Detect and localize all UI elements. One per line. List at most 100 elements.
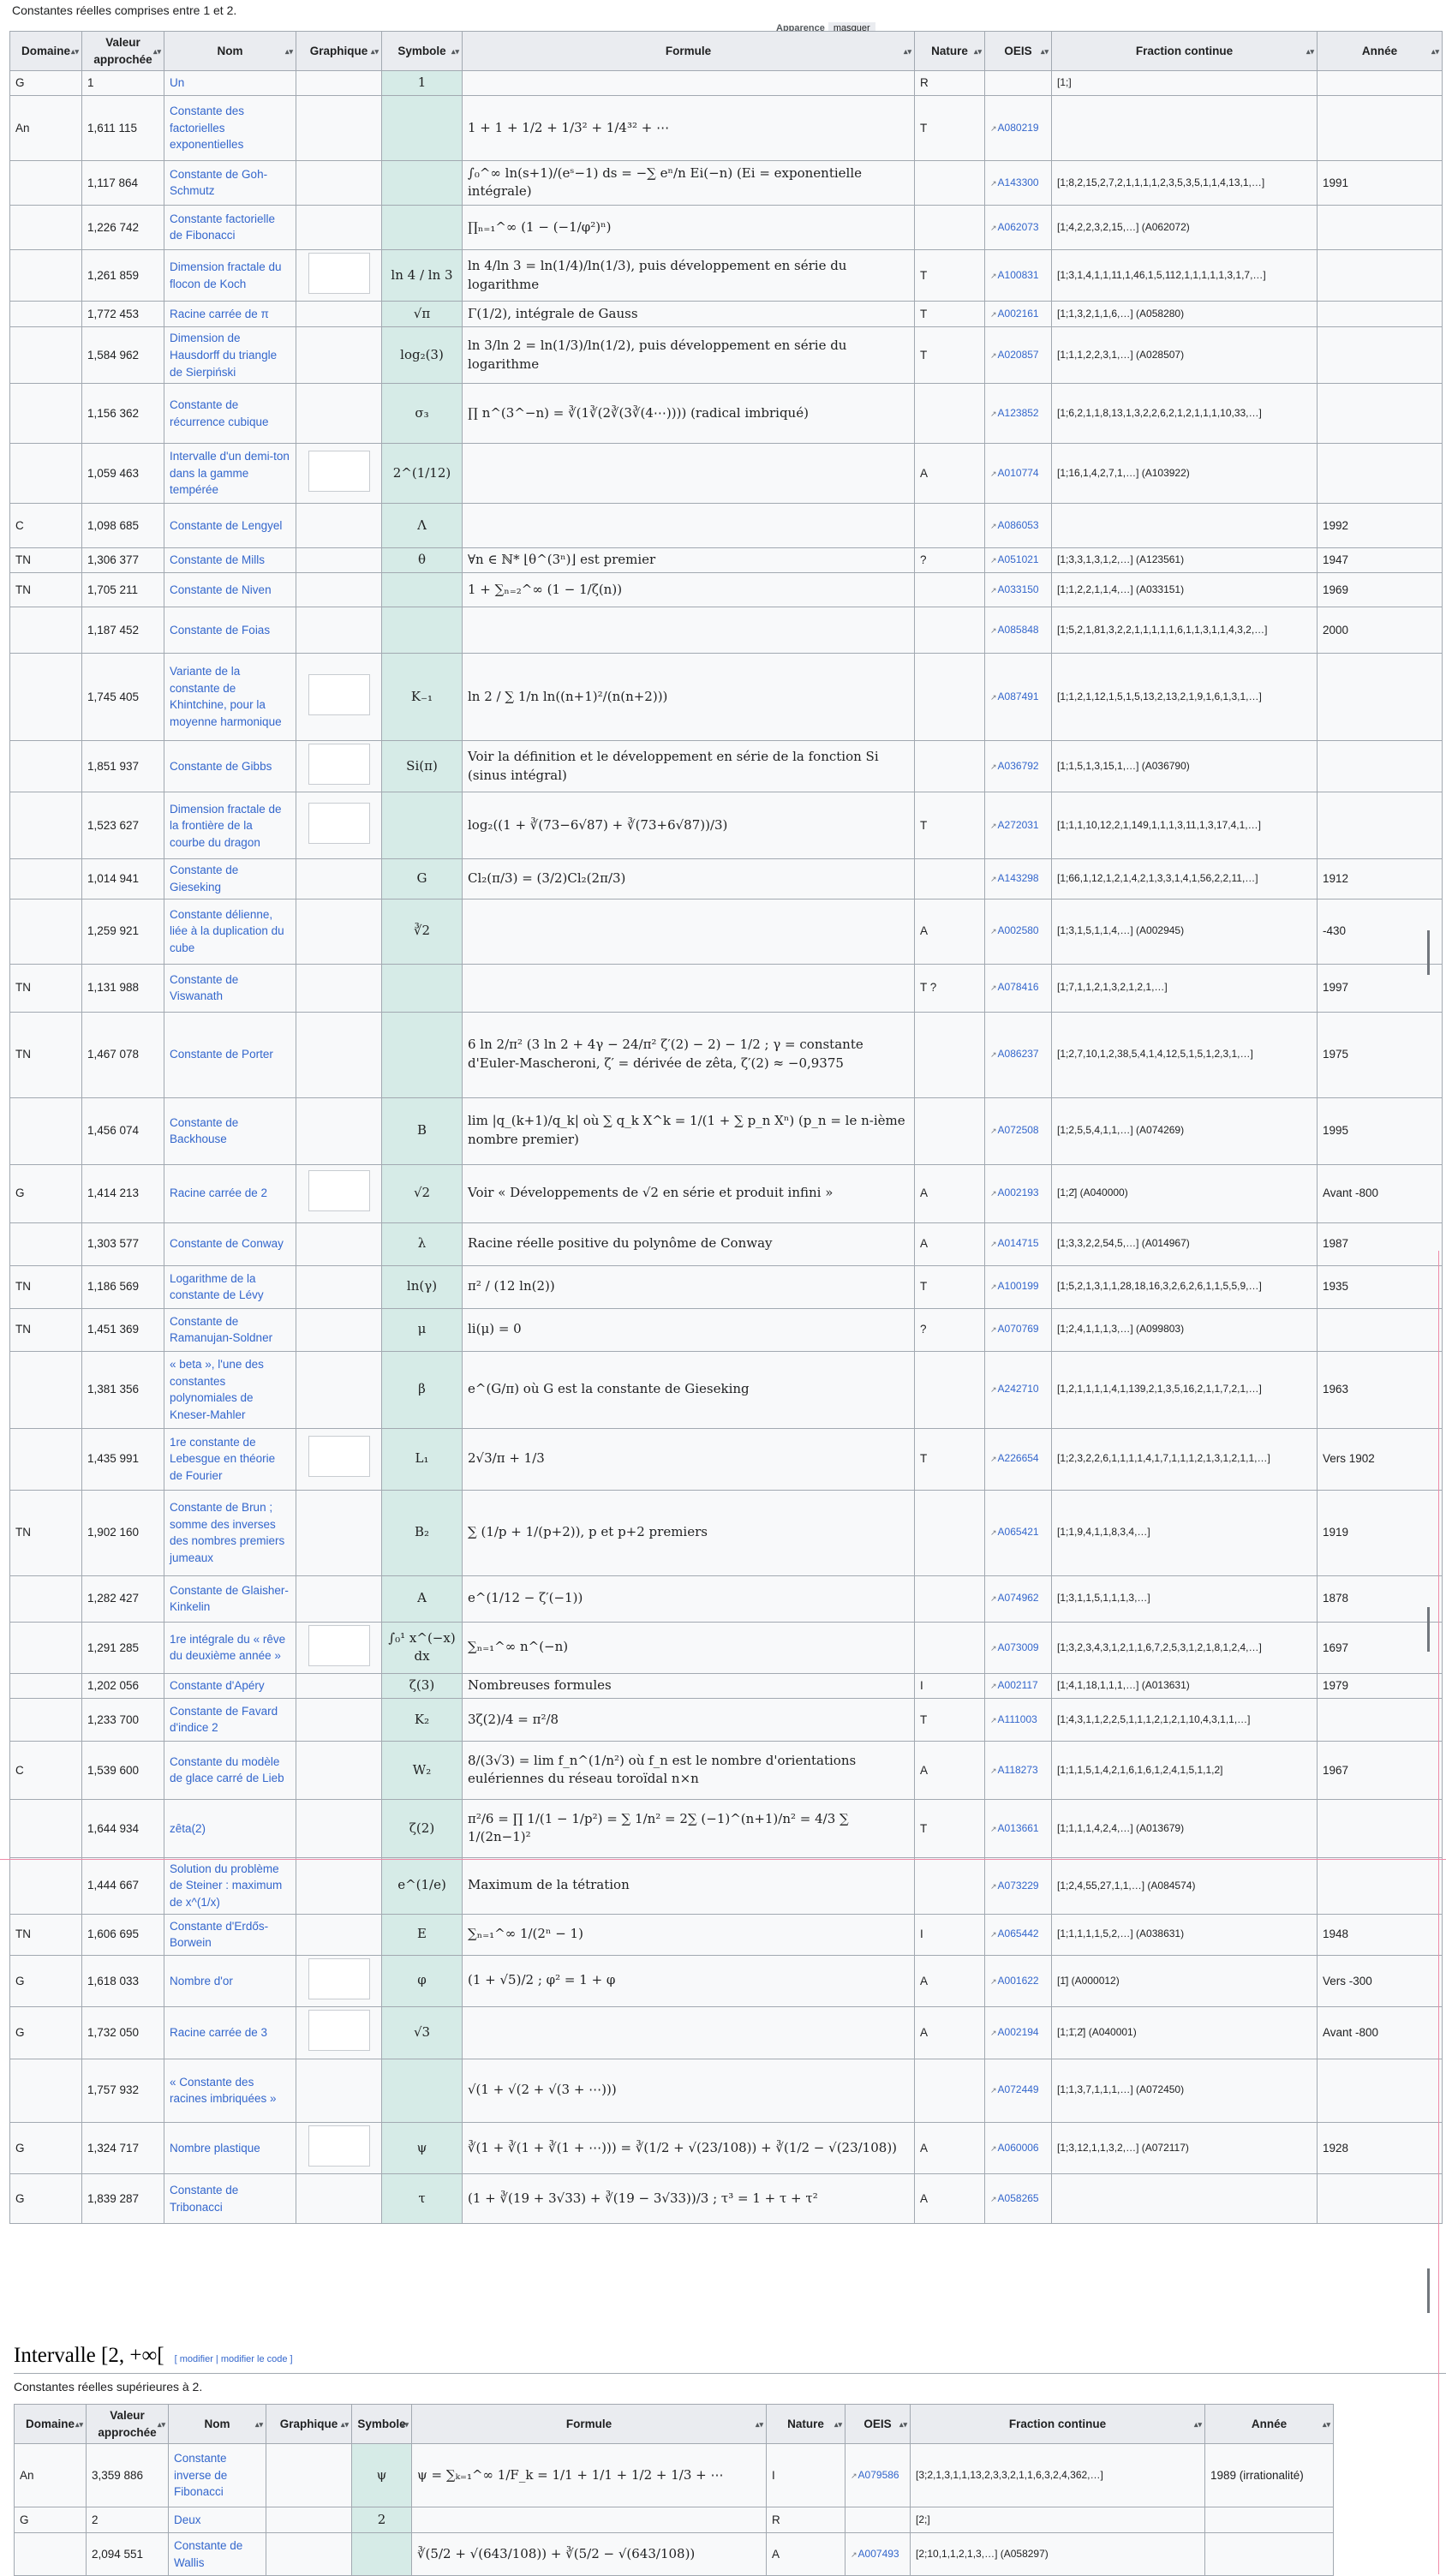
column-header-4[interactable]: Symbole ▴▾ [381,30,463,72]
oeis-link[interactable]: A079586 [851,2469,899,2481]
oeis-link[interactable]: A272031 [990,819,1039,831]
constant-name-link[interactable]: Constante de Tribonacci [170,2184,238,2214]
oeis-link[interactable]: A080219 [990,122,1039,134]
sort-icon[interactable]: ▴▾ [834,2419,842,2430]
column-header-7[interactable]: OEIS ▴▾ [845,2403,911,2445]
constant-name-link[interactable]: Racine carrée de π [170,308,269,320]
oeis-link[interactable]: A074962 [990,1592,1039,1604]
sort-icon[interactable]: ▴▾ [401,2419,409,2430]
oeis-link[interactable]: A072508 [990,1124,1039,1136]
oeis-link[interactable]: A051021 [990,553,1039,565]
scrollbar-thumb[interactable] [1427,2268,1430,2313]
oeis-link[interactable]: A100199 [990,1280,1039,1292]
column-header-3[interactable]: Graphique ▴▾ [266,2403,352,2445]
constant-name-link[interactable]: Constante de Gieseking [170,864,238,894]
sort-icon[interactable]: ▴▾ [341,2419,349,2430]
constant-name-link[interactable]: Constante des factorielles exponentielle… [170,105,244,151]
column-header-2[interactable]: Nom ▴▾ [164,30,296,72]
constant-name-link[interactable]: Constante de Porter [170,1048,273,1061]
sort-icon[interactable]: ▴▾ [974,46,982,57]
oeis-link[interactable]: A002161 [990,308,1039,320]
sort-icon[interactable]: ▴▾ [71,46,79,57]
sort-icon[interactable]: ▴▾ [756,2419,763,2430]
graphic-thumbnail[interactable] [308,2010,370,2052]
constant-name-link[interactable]: 1re intégrale du « rêve du deuxième anné… [170,1633,285,1663]
oeis-link[interactable]: A073009 [990,1641,1039,1653]
constant-name-link[interactable]: Constante d'Erdős-Borwein [170,1920,268,1950]
constant-name-link[interactable]: Nombre plastique [170,2142,260,2155]
constant-name-link[interactable]: zêta(2) [170,1822,206,1835]
sort-icon[interactable]: ▴▾ [158,2419,165,2430]
sort-icon[interactable]: ▴▾ [1194,2419,1202,2430]
sort-icon[interactable]: ▴▾ [1306,46,1314,57]
constant-name-link[interactable]: Constante de Favard d'indice 2 [170,1705,278,1735]
oeis-link[interactable]: A087491 [990,690,1039,702]
oeis-link[interactable]: A033150 [990,583,1039,595]
column-header-5[interactable]: Formule ▴▾ [411,2403,767,2445]
oeis-link[interactable]: A002194 [990,2026,1039,2038]
graphic-thumbnail[interactable] [308,743,370,785]
graphic-thumbnail[interactable] [308,2125,370,2167]
column-header-4[interactable]: Symbole ▴▾ [351,2403,412,2445]
column-header-0[interactable]: Domaine ▴▾ [14,2403,87,2445]
oeis-link[interactable]: A111003 [990,1713,1037,1725]
oeis-link[interactable]: A242710 [990,1383,1039,1395]
constant-name-link[interactable]: Constante de Wallis [174,2539,242,2569]
oeis-link[interactable]: A123852 [990,407,1039,419]
sort-icon[interactable]: ▴▾ [904,46,911,57]
oeis-link[interactable]: A143300 [990,176,1039,188]
oeis-link[interactable]: A060006 [990,2142,1039,2154]
sort-icon[interactable]: ▴▾ [153,46,161,57]
column-header-0[interactable]: Domaine ▴▾ [9,30,82,72]
constant-name-link[interactable]: Constante inverse de Fibonacci [174,2452,227,2498]
sort-icon[interactable]: ▴▾ [1431,46,1439,57]
column-header-9[interactable]: Année ▴▾ [1317,30,1443,72]
sort-icon[interactable]: ▴▾ [75,2419,83,2430]
oeis-link[interactable]: A070769 [990,1323,1039,1335]
constant-name-link[interactable]: Constante de Viswanath [170,973,238,1003]
oeis-link[interactable]: A100831 [990,269,1039,281]
oeis-link[interactable]: A007493 [851,2548,899,2560]
constant-name-link[interactable]: Intervalle d'un demi-ton dans la gamme t… [170,450,290,496]
oeis-link[interactable]: A062073 [990,221,1039,233]
constant-name-link[interactable]: Solution du problème de Steiner : maximu… [170,1862,282,1909]
oeis-link[interactable]: A065421 [990,1526,1039,1538]
column-header-6[interactable]: Nature ▴▾ [914,30,985,72]
column-header-5[interactable]: Formule ▴▾ [462,30,915,72]
constant-name-link[interactable]: Constante de Foias [170,624,270,637]
column-header-7[interactable]: OEIS ▴▾ [984,30,1052,72]
graphic-thumbnail[interactable] [308,1624,370,1666]
column-header-2[interactable]: Nom ▴▾ [168,2403,266,2445]
graphic-thumbnail[interactable] [308,803,370,845]
constant-name-link[interactable]: Dimension fractale du flocon de Koch [170,260,282,290]
oeis-link[interactable]: A072449 [990,2083,1039,2095]
graphic-thumbnail[interactable] [308,673,370,715]
scrollbar-thumb[interactable] [1427,1607,1430,1652]
constant-name-link[interactable]: Logarithme de la constante de Lévy [170,1272,264,1302]
constant-name-link[interactable]: Constante de Lengyel [170,519,282,532]
constant-name-link[interactable]: Constante de Backhouse [170,1116,238,1146]
column-header-8[interactable]: Fraction continue ▴▾ [1051,30,1318,72]
constant-name-link[interactable]: Constante de Niven [170,583,272,596]
constant-name-link[interactable]: Nombre d'or [170,1975,233,1987]
graphic-thumbnail[interactable] [308,450,370,492]
sort-icon[interactable]: ▴▾ [451,46,459,57]
constant-name-link[interactable]: Racine carrée de 2 [170,1186,267,1199]
constant-name-link[interactable]: Deux [174,2513,201,2526]
constant-name-link[interactable]: Constante de Gibbs [170,760,272,773]
constant-name-link[interactable]: Constante de Brun ; somme des inverses d… [170,1501,284,1564]
oeis-link[interactable]: A143298 [990,872,1039,884]
oeis-link[interactable]: A002580 [990,924,1039,936]
constant-name-link[interactable]: Dimension fractale de la frontière de la… [170,803,282,849]
column-header-6[interactable]: Nature ▴▾ [766,2403,845,2445]
constant-name-link[interactable]: Constante délienne, liée à la duplicatio… [170,908,284,954]
constant-name-link[interactable]: Constante de Ramanujan-Soldner [170,1315,272,1345]
constant-name-link[interactable]: Constante de récurrence cubique [170,398,269,428]
oeis-link[interactable]: A073229 [990,1880,1039,1892]
sort-icon[interactable]: ▴▾ [255,2419,263,2430]
oeis-link[interactable]: A226654 [990,1452,1039,1464]
constant-name-link[interactable]: Un [170,76,184,89]
oeis-link[interactable]: A020857 [990,349,1039,361]
sort-icon[interactable]: ▴▾ [1323,2419,1330,2430]
column-header-1[interactable]: Valeur approchée ▴▾ [81,30,164,72]
